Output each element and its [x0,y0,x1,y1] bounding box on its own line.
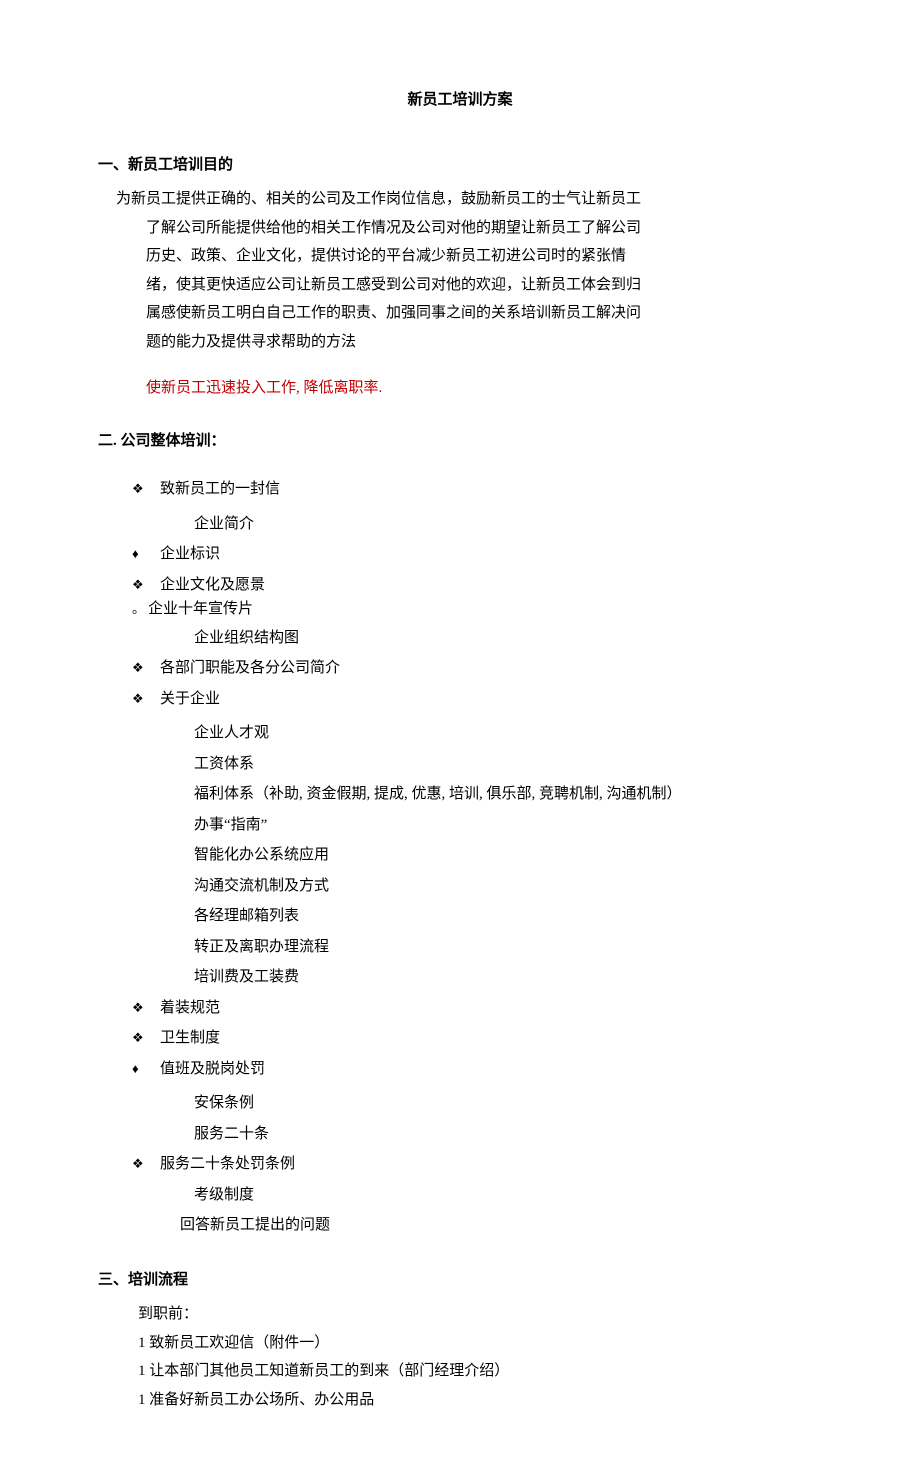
list-item: 服务二十条 [194,1120,822,1149]
list-item: 考级制度 [194,1181,822,1210]
section-1-body-line: 题的能力及提供寻求帮助的方法 [146,328,814,357]
section-1-body-line: 为新员工提供正确的、相关的公司及工作岗位信息，鼓励新员工的士气让新员工 [116,185,814,214]
section-1-body-line: 历史、政策、企业文化，提供讨论的平台减少新员工初进公司时的紧张情 [146,242,814,271]
section-1-body: 为新员工提供正确的、相关的公司及工作岗位信息，鼓励新员工的士气让新员工 了解公司… [116,185,814,356]
list-item: ❖ 卫生制度 [132,1024,822,1053]
list-item: ❖ 服务二十条处罚条例 [132,1150,822,1179]
bullet-icon: ❖ [132,687,160,712]
section-1-highlight: 使新员工迅速投入工作, 降低离职率. [146,374,822,403]
section-1-body-line: 属感使新员工明白自己工作的职责、加强同事之间的关系培训新员工解决问 [146,299,814,328]
list-item: ♦ 企业标识 [132,540,822,569]
list-item-text: 各部门职能及各分公司简介 [160,654,822,683]
section-3-lead: 到职前： [138,1300,822,1329]
list-item: 1 致新员工欢迎信（附件一） [138,1329,822,1358]
list-item: ❖ 着装规范 [132,994,822,1023]
list-item: ♦ 值班及脱岗处罚 [132,1055,822,1084]
list-item: 工资体系 [194,750,822,779]
list-item-text: 企业十年宣传片 [148,595,822,624]
list-item-text: 值班及脱岗处罚 [160,1055,822,1084]
bullet-icon: ♦ [132,542,160,567]
list-item: 沟通交流机制及方式 [194,872,822,901]
bullet-icon: ❖ [132,1026,160,1051]
list-item: 企业人才观 [194,719,822,748]
document-title: 新员工培训方案 [98,86,822,115]
list-item: 1 让本部门其他员工知道新员工的到来（部门经理介绍） [138,1357,822,1386]
section-3-list: 到职前： 1 致新员工欢迎信（附件一） 1 让本部门其他员工知道新员工的到来（部… [138,1300,822,1414]
list-item: 智能化办公系统应用 [194,841,822,870]
document-page: 新员工培训方案 一、新员工培训目的 为新员工提供正确的、相关的公司及工作岗位信息… [0,0,920,1474]
section-1-body-line: 了解公司所能提供给他的相关工作情况及公司对他的期望让新员工了解公司 [146,214,814,243]
list-item: 。 企业十年宣传片 [132,595,822,624]
list-item: ❖ 致新员工的一封信 [132,475,822,504]
list-item: 福利体系（补助, 资金假期, 提成, 优惠, 培训, 俱乐部, 竞聘机制, 沟通… [194,780,822,809]
list-item: 各经理邮箱列表 [194,902,822,931]
section-2-heading: 二. 公司整体培训： [98,427,822,456]
list-item: 1 准备好新员工办公场所、办公用品 [138,1386,822,1415]
list-item: 企业组织结构图 [194,624,822,653]
list-item: 企业简介 [194,510,822,539]
list-item-text: 着装规范 [160,994,822,1023]
list-item: 转正及离职办理流程 [194,933,822,962]
bullet-icon: ❖ [132,656,160,681]
list-item: ❖ 关于企业 [132,685,822,714]
bullet-icon: ♦ [132,1057,160,1082]
section-1-body-line: 绪，使其更快适应公司让新员工感受到公司对他的欢迎，让新员工体会到归 [146,271,814,300]
list-item-text: 企业标识 [160,540,822,569]
bullet-icon: ❖ [132,996,160,1021]
section-3-heading: 三、培训流程 [98,1266,822,1295]
list-item: ❖ 各部门职能及各分公司简介 [132,654,822,683]
list-item-text: 致新员工的一封信 [160,475,822,504]
list-item: 安保条例 [194,1089,822,1118]
bullet-icon: 。 [132,597,148,622]
bullet-icon: ❖ [132,1152,160,1177]
list-item-text: 服务二十条处罚条例 [160,1150,822,1179]
section-2-list: ❖ 致新员工的一封信 企业简介 ♦ 企业标识 ❖ 企业文化及愿景 。 企业十年宣… [132,475,822,1240]
list-item: 培训费及工装费 [194,963,822,992]
bullet-icon: ❖ [132,477,160,502]
section-1-heading: 一、新员工培训目的 [98,151,822,180]
list-item-text: 卫生制度 [160,1024,822,1053]
list-item: 办事“指南” [194,811,822,840]
list-item: 回答新员工提出的问题 [180,1211,822,1240]
bullet-icon: ❖ [132,573,160,598]
list-item-text: 关于企业 [160,685,822,714]
